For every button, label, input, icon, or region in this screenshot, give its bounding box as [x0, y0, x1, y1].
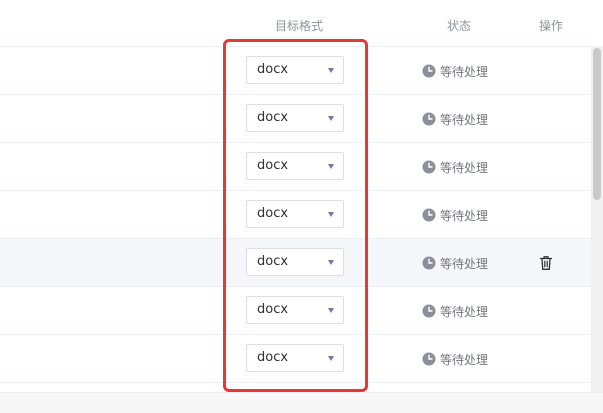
trash-icon[interactable]	[539, 255, 553, 271]
table-row[interactable]: docx 等待处理	[0, 239, 603, 287]
format-select[interactable]: docx	[246, 248, 344, 276]
clock-icon	[422, 64, 436, 78]
table-row[interactable]: docx 等待处理	[0, 95, 603, 143]
caret-down-icon	[328, 308, 334, 313]
table-row[interactable]: docx 等待处理	[0, 335, 603, 383]
caret-down-icon	[328, 164, 334, 169]
status-cell: 等待处理	[422, 255, 488, 271]
caret-down-icon	[328, 260, 334, 265]
caret-down-icon	[328, 356, 334, 361]
format-select-value: docx	[257, 110, 289, 125]
status-text: 等待处理	[440, 256, 489, 271]
caret-down-icon	[328, 212, 334, 217]
table-row[interactable]: docx 等待处理	[0, 47, 603, 95]
format-select-value: docx	[257, 254, 289, 269]
status-cell: 等待处理	[422, 351, 488, 367]
format-select[interactable]: docx	[246, 56, 344, 84]
format-select[interactable]: docx	[246, 104, 344, 132]
status-text: 等待处理	[440, 304, 489, 319]
table-row[interactable]: docx 等待处理	[0, 143, 603, 191]
table-header: 目标格式 状态 操作	[0, 0, 603, 47]
format-select[interactable]: docx	[246, 200, 344, 228]
column-header-actions: 操作	[539, 19, 564, 33]
clock-icon	[422, 304, 436, 318]
table-row[interactable]: docx 等待处理	[0, 191, 603, 239]
clock-icon	[422, 160, 436, 174]
format-select-value: docx	[257, 158, 289, 173]
status-text: 等待处理	[440, 352, 489, 367]
status-cell: 等待处理	[422, 159, 488, 175]
status-text: 等待处理	[440, 208, 489, 223]
status-text: 等待处理	[440, 112, 489, 127]
column-header-status: 状态	[447, 19, 472, 33]
status-cell: 等待处理	[422, 63, 488, 79]
caret-down-icon	[328, 68, 334, 73]
format-select[interactable]: docx	[246, 152, 344, 180]
clock-icon	[422, 208, 436, 222]
status-text: 等待处理	[440, 160, 489, 175]
clock-icon	[422, 256, 436, 270]
format-select[interactable]: docx	[246, 344, 344, 372]
format-select-value: docx	[257, 302, 289, 317]
table-footer	[0, 392, 603, 413]
format-select-value: docx	[257, 206, 289, 221]
status-text: 等待处理	[440, 64, 489, 79]
format-select-value: docx	[257, 350, 289, 365]
status-cell: 等待处理	[422, 207, 488, 223]
status-cell: 等待处理	[422, 111, 488, 127]
column-header-format: 目标格式	[275, 19, 324, 33]
scrollbar-thumb[interactable]	[593, 48, 601, 200]
caret-down-icon	[328, 116, 334, 121]
status-cell: 等待处理	[422, 303, 488, 319]
clock-icon	[422, 112, 436, 126]
format-select[interactable]: docx	[246, 296, 344, 324]
clock-icon	[422, 352, 436, 366]
table-row[interactable]: docx 等待处理	[0, 287, 603, 335]
format-select-value: docx	[257, 62, 289, 77]
